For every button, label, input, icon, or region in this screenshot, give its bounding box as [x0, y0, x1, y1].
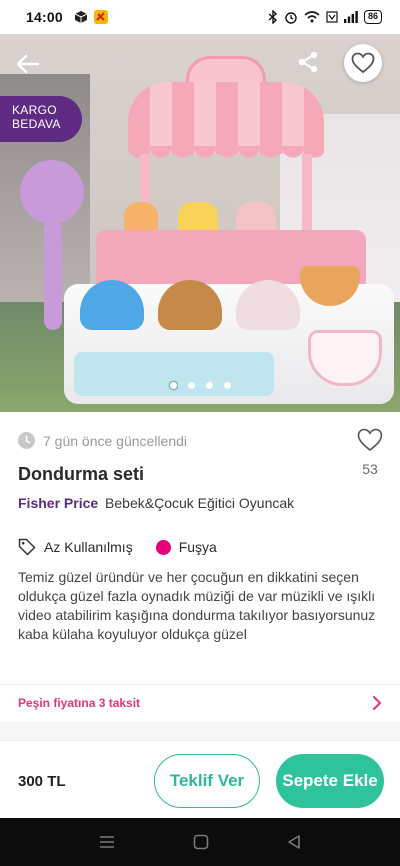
clock-icon: [18, 432, 35, 449]
updated-text: 7 gün önce güncellendi: [43, 432, 188, 449]
toy-awning-edge: [128, 146, 324, 168]
brand-row: Fisher Price Bebek&Çocuk Eğitici Oyuncak: [18, 495, 294, 511]
product-description: Temiz güzel üründür ve her çocuğun en di…: [18, 569, 376, 642]
carousel-dots[interactable]: [0, 382, 400, 389]
make-offer-button[interactable]: Teklif Ver: [154, 754, 260, 808]
status-time: 14:00: [26, 9, 63, 25]
toy-awning: [128, 82, 324, 154]
menu-icon[interactable]: [99, 835, 115, 849]
attributes-row: Az Kullanılmış Fuşya: [18, 538, 217, 556]
home-icon[interactable]: [193, 834, 209, 850]
like-button[interactable]: 53: [352, 428, 388, 477]
carousel-dot[interactable]: [187, 382, 195, 389]
signal-icon: [343, 11, 358, 23]
back-triangle-icon[interactable]: [287, 834, 301, 850]
chevron-right-icon: [373, 696, 381, 710]
like-count: 53: [362, 461, 378, 477]
package-icon: [74, 11, 87, 23]
carousel-dot[interactable]: [169, 382, 177, 389]
back-arrow-icon: [16, 54, 40, 74]
volte-icon: [326, 11, 338, 23]
product-title: Dondurma seti: [18, 464, 145, 484]
condition-attribute: Az Kullanılmış: [18, 538, 133, 556]
price: 300 TL: [18, 773, 66, 790]
badge-line-1: KARGO: [12, 103, 57, 117]
updated-row: 7 gün önce güncellendi: [18, 432, 187, 449]
share-button[interactable]: [290, 44, 326, 80]
color-text: Fuşya: [178, 539, 217, 555]
toy-microphone-stem: [44, 220, 62, 330]
color-swatch: [155, 539, 171, 555]
product-image-carousel[interactable]: [0, 34, 400, 412]
add-to-cart-button[interactable]: Sepete Ekle: [276, 754, 384, 808]
badge-line-2: BEDAVA: [12, 117, 61, 131]
status-bar: 14:00 86: [0, 0, 400, 34]
status-notification-icons: [74, 10, 108, 24]
back-button[interactable]: [10, 46, 46, 82]
alarm-icon: [285, 12, 297, 24]
tag-icon: [18, 538, 36, 556]
battery-indicator: 86: [363, 10, 382, 24]
free-shipping-badge: KARGO BEDAVA: [0, 96, 82, 142]
category-link[interactable]: Bebek&Çocuk Eğitici Oyuncak: [105, 495, 294, 511]
bluetooth-icon: [268, 10, 278, 24]
purchase-bar: 300 TL Teklif Ver Sepete Ekle: [0, 740, 400, 818]
toy-microphone: [20, 160, 84, 224]
installment-row[interactable]: Peşin fiyatına 3 taksit: [0, 686, 400, 720]
status-system-icons: 86: [268, 10, 382, 24]
heart-icon: [351, 52, 375, 74]
installment-text: Peşin fiyatına 3 taksit: [18, 696, 141, 710]
share-icon: [298, 51, 318, 73]
favorite-button[interactable]: [344, 44, 382, 82]
wifi-icon: [304, 11, 320, 23]
brand-link[interactable]: Fisher Price: [18, 495, 98, 511]
toy-label: [74, 352, 274, 396]
carousel-dot[interactable]: [205, 382, 213, 389]
app-notification-icon: [93, 10, 108, 24]
heart-icon: [357, 428, 383, 452]
carousel-dot[interactable]: [223, 382, 231, 389]
system-navigation-bar: [0, 818, 400, 866]
color-attribute: Fuşya: [155, 539, 217, 555]
divider: [0, 684, 400, 685]
condition-text: Az Kullanılmış: [44, 539, 133, 555]
